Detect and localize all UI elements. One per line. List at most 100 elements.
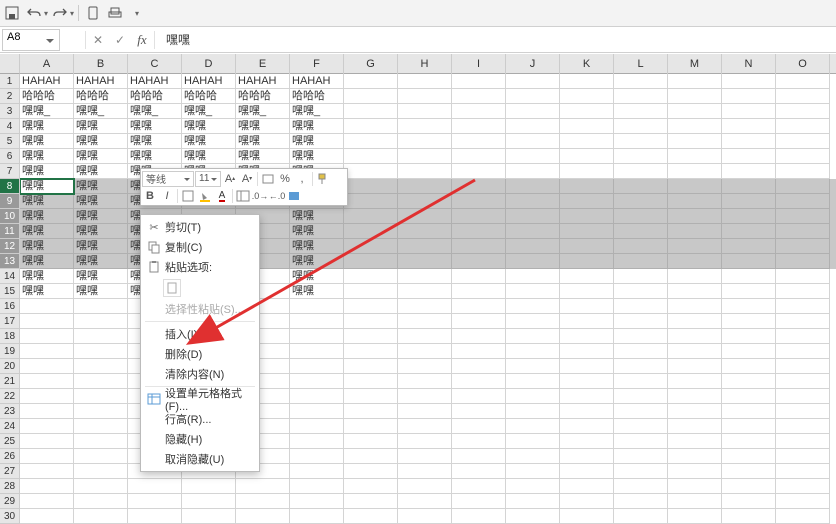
cell[interactable] [452, 359, 506, 374]
cell[interactable] [722, 374, 776, 389]
cell[interactable] [668, 209, 722, 224]
cell[interactable] [398, 494, 452, 509]
cell[interactable] [560, 359, 614, 374]
cell[interactable]: 嘿嘿 [74, 269, 128, 284]
cell[interactable] [398, 299, 452, 314]
menu-copy[interactable]: 复制(C) [141, 237, 259, 257]
cell[interactable]: 嘿嘿 [290, 239, 344, 254]
cell[interactable] [722, 194, 776, 209]
save-button[interactable] [2, 3, 22, 23]
cell[interactable] [74, 464, 128, 479]
cell[interactable] [722, 509, 776, 524]
column-header[interactable]: D [182, 54, 236, 74]
cell[interactable] [452, 509, 506, 524]
cell[interactable] [290, 374, 344, 389]
cell[interactable] [614, 389, 668, 404]
cell[interactable] [398, 509, 452, 524]
cell[interactable] [236, 479, 290, 494]
column-header[interactable]: H [398, 54, 452, 74]
cell[interactable] [560, 329, 614, 344]
cell[interactable] [614, 404, 668, 419]
cell[interactable] [20, 374, 74, 389]
cell[interactable] [452, 374, 506, 389]
cell[interactable] [344, 254, 398, 269]
cell[interactable] [506, 494, 560, 509]
cell[interactable] [776, 89, 830, 104]
row-header[interactable]: 19 [0, 344, 19, 359]
cell[interactable] [776, 314, 830, 329]
cell[interactable] [182, 479, 236, 494]
cell[interactable] [722, 134, 776, 149]
cell[interactable] [344, 494, 398, 509]
cell[interactable] [452, 104, 506, 119]
cell[interactable] [776, 209, 830, 224]
cell[interactable] [776, 479, 830, 494]
cell[interactable] [344, 329, 398, 344]
cell[interactable] [668, 479, 722, 494]
cell[interactable]: 嘿嘿 [20, 164, 74, 179]
cell[interactable] [20, 344, 74, 359]
cell[interactable] [290, 449, 344, 464]
cell[interactable] [668, 74, 722, 89]
cell[interactable] [776, 359, 830, 374]
cell[interactable] [506, 329, 560, 344]
cell[interactable]: 嘿嘿_ [290, 104, 344, 119]
cell[interactable] [20, 389, 74, 404]
row-header[interactable]: 15 [0, 284, 19, 299]
cell[interactable]: 嘿嘿 [236, 149, 290, 164]
cell[interactable] [560, 284, 614, 299]
cell[interactable] [344, 509, 398, 524]
touch-mode-button[interactable] [83, 3, 103, 23]
cell[interactable] [452, 299, 506, 314]
cell[interactable] [506, 419, 560, 434]
cell[interactable] [668, 194, 722, 209]
cell[interactable]: 嘿嘿 [20, 284, 74, 299]
cell[interactable] [722, 344, 776, 359]
comma-format-icon[interactable]: , [294, 171, 310, 187]
cell[interactable] [560, 344, 614, 359]
cell[interactable] [722, 254, 776, 269]
cell[interactable] [506, 479, 560, 494]
cell[interactable] [452, 164, 506, 179]
cell[interactable] [560, 179, 614, 194]
cell[interactable] [722, 149, 776, 164]
cell[interactable] [776, 104, 830, 119]
conditional-format-icon[interactable] [286, 188, 302, 204]
spreadsheet-grid[interactable]: ABCDEFGHIJKLMNO 123456789101112131415161… [0, 54, 836, 524]
cell[interactable]: 嘿嘿 [74, 284, 128, 299]
cell[interactable] [560, 164, 614, 179]
table-row[interactable] [20, 479, 836, 494]
cell[interactable] [344, 359, 398, 374]
cell[interactable] [344, 104, 398, 119]
undo-dropdown-icon[interactable]: ▾ [44, 9, 48, 18]
row-header[interactable]: 20 [0, 359, 19, 374]
cell[interactable]: 嘿嘿 [20, 209, 74, 224]
menu-insert[interactable]: 插入(I) [141, 324, 259, 344]
cell[interactable]: 嘿嘿 [74, 254, 128, 269]
name-box[interactable]: A8 [2, 29, 60, 51]
cell[interactable]: 哈哈哈 [290, 89, 344, 104]
cell[interactable] [560, 494, 614, 509]
cell[interactable] [668, 179, 722, 194]
cell[interactable] [344, 149, 398, 164]
border-button[interactable] [180, 188, 196, 204]
cell[interactable] [722, 479, 776, 494]
cell[interactable] [776, 509, 830, 524]
cell[interactable] [668, 89, 722, 104]
cell[interactable] [722, 179, 776, 194]
cell[interactable] [560, 404, 614, 419]
cell[interactable] [668, 374, 722, 389]
cell[interactable] [506, 119, 560, 134]
cell[interactable] [776, 74, 830, 89]
cell[interactable] [506, 179, 560, 194]
print-preview-button[interactable] [105, 3, 125, 23]
cell[interactable] [776, 389, 830, 404]
cell[interactable] [344, 224, 398, 239]
cell[interactable] [560, 104, 614, 119]
cell[interactable]: 嘿嘿_ [20, 104, 74, 119]
cell[interactable] [668, 464, 722, 479]
cell[interactable] [452, 419, 506, 434]
cell[interactable] [614, 149, 668, 164]
row-header[interactable]: 17 [0, 314, 19, 329]
cell[interactable] [668, 389, 722, 404]
